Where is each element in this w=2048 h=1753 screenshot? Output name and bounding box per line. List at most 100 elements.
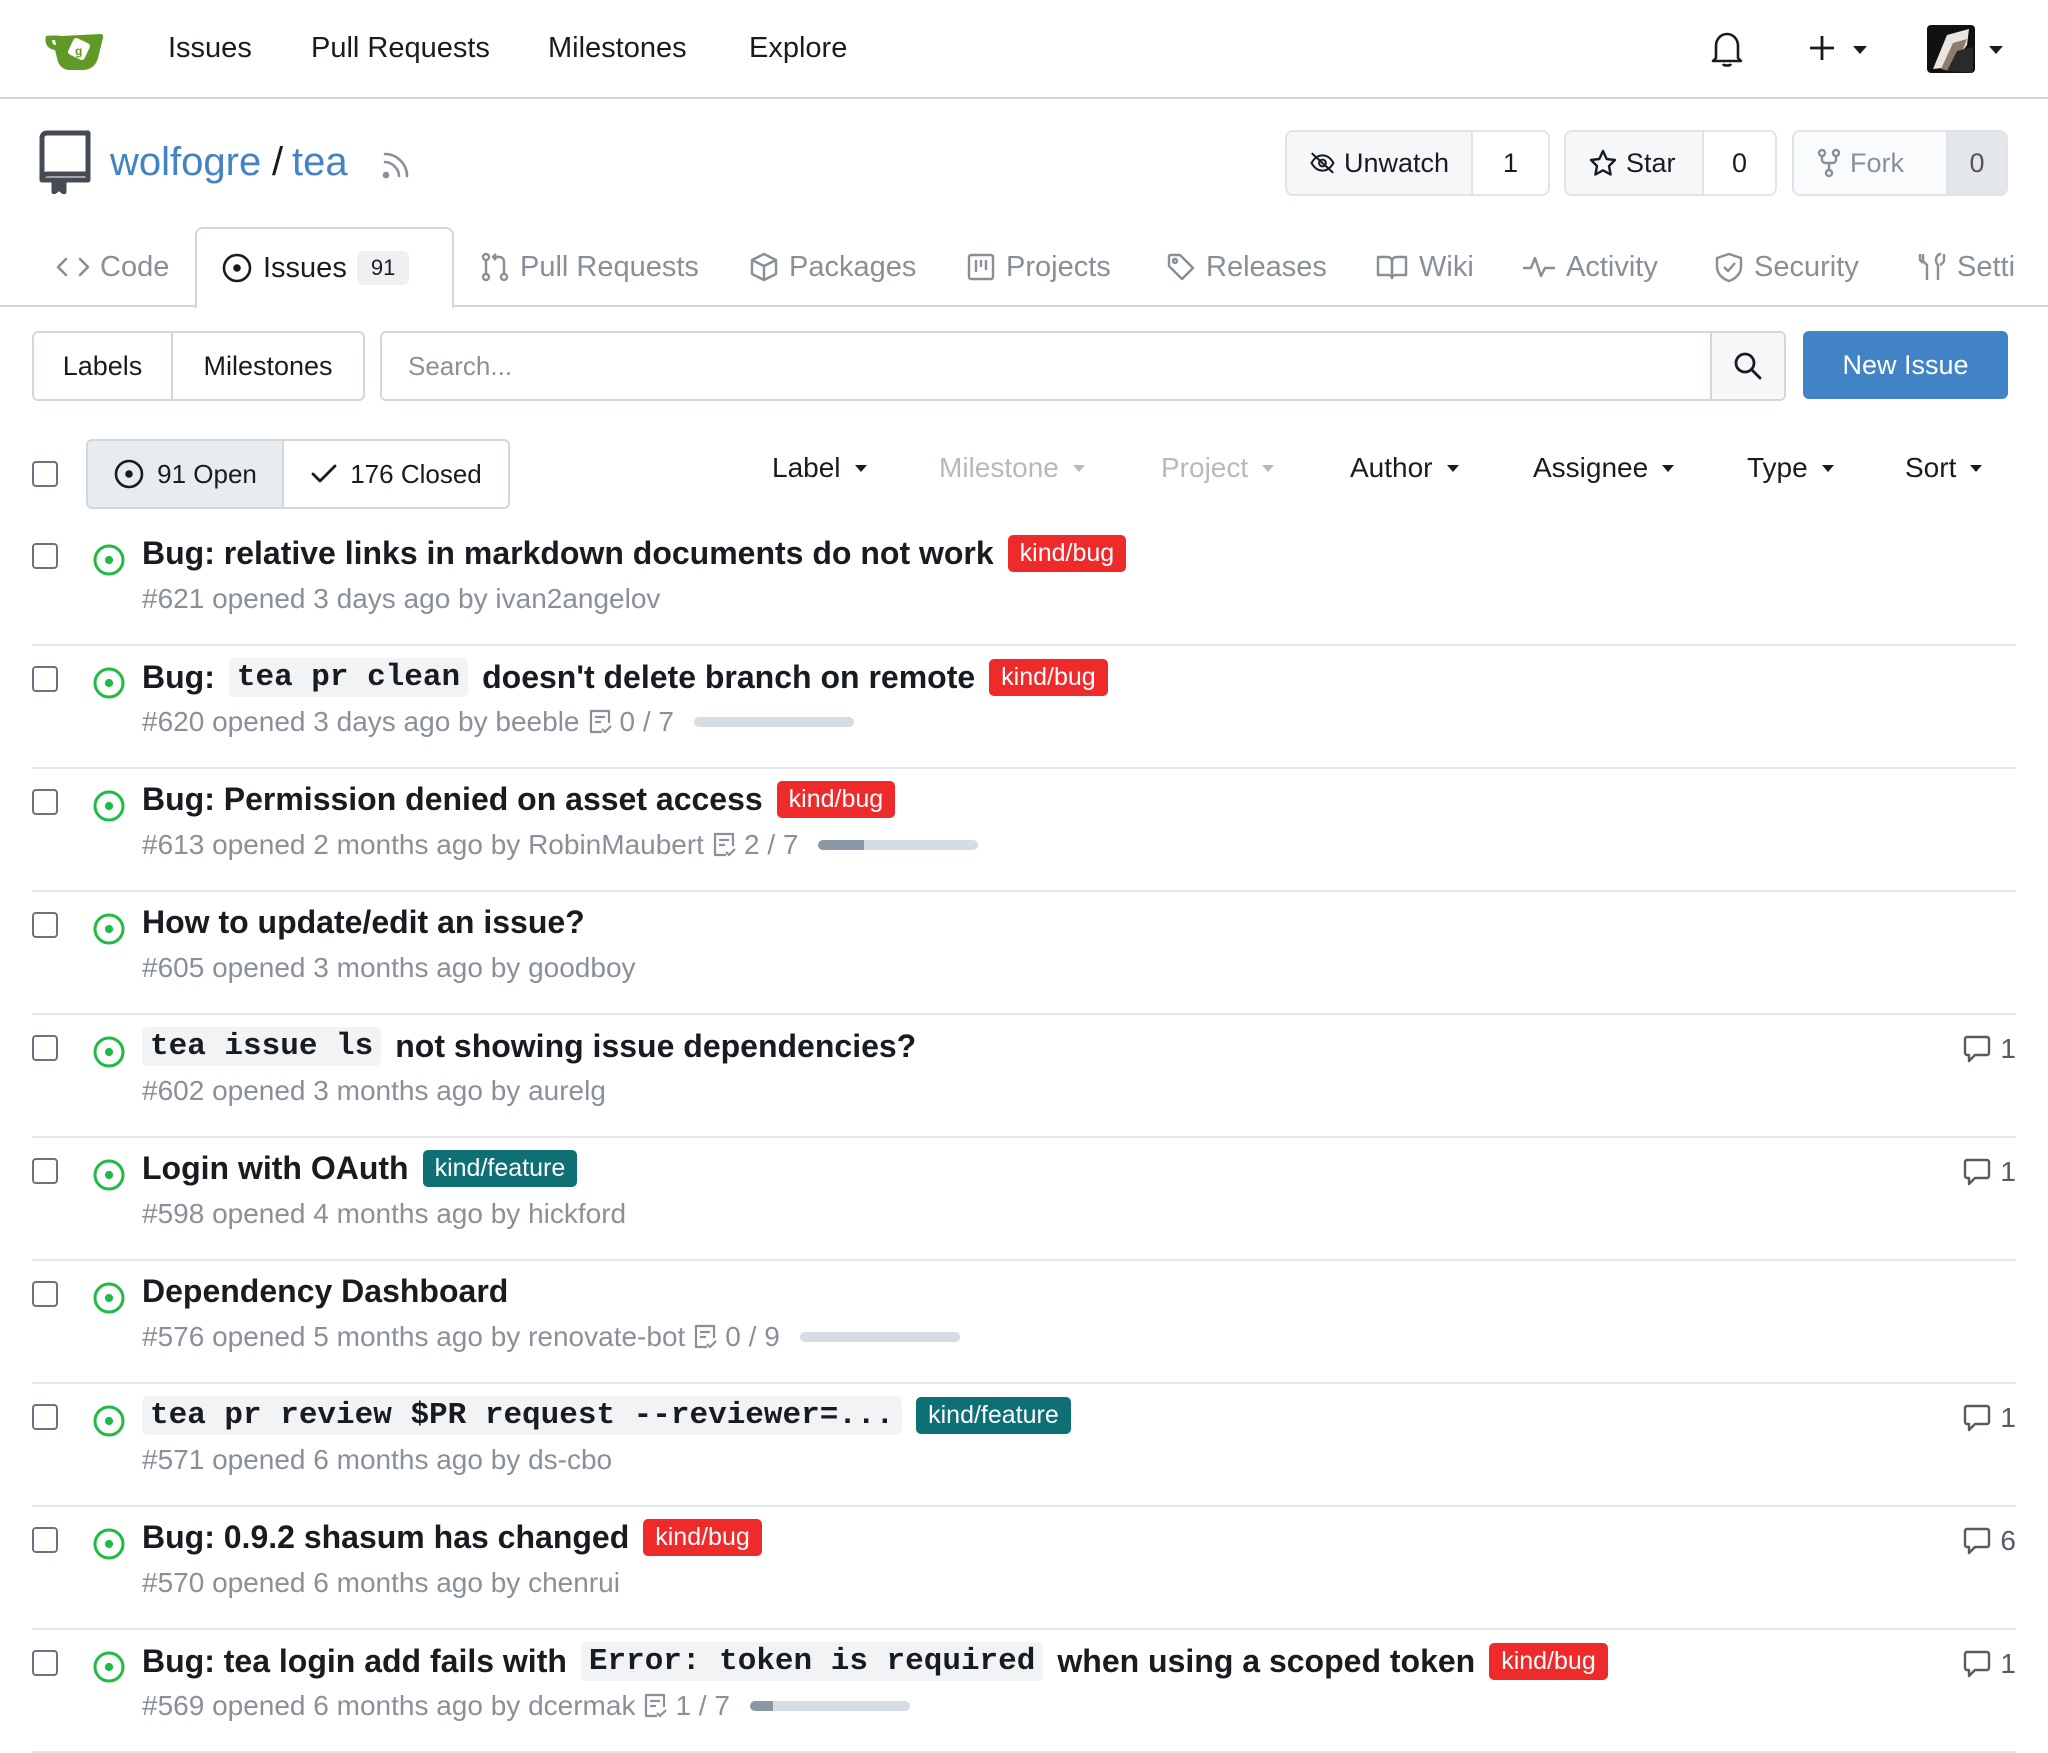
assignee-filter-dropdown[interactable]: Assignee	[1533, 452, 1675, 484]
notifications-bell-icon[interactable]	[1710, 30, 1744, 68]
closed-issues-button[interactable]: 176 Closed	[284, 441, 508, 507]
open-issues-button[interactable]: 91 Open	[88, 441, 284, 507]
project-filter-text: Project	[1161, 452, 1249, 483]
star-button[interactable]: Star	[1566, 132, 1704, 194]
comment-icon	[1962, 1034, 1992, 1064]
issue-checkbox[interactable]	[32, 1650, 58, 1676]
tab-releases[interactable]: Releases	[1166, 247, 1327, 287]
tab-settings[interactable]: Setti	[1917, 247, 2015, 287]
issue-label-bug[interactable]: kind/bug	[1007, 535, 1127, 572]
label-filter-text: Label	[772, 452, 841, 483]
repo-owner-link[interactable]: wolfogre	[110, 140, 261, 185]
issue-open-status-icon	[92, 1650, 126, 1684]
rss-feed-icon[interactable]	[381, 150, 411, 180]
fork-button[interactable]: Fork	[1794, 132, 1948, 194]
issue-title-link[interactable]: Bug: Permission denied on asset access ki…	[142, 781, 896, 818]
tab-code[interactable]: Code	[56, 247, 169, 287]
issue-checkbox[interactable]	[32, 912, 58, 938]
sort-dropdown[interactable]: Sort	[1905, 452, 1983, 484]
issue-title-link[interactable]: tea pr review $PR request --reviewer=...…	[142, 1396, 1071, 1435]
issue-checkbox[interactable]	[32, 1035, 58, 1061]
new-issue-button[interactable]: New Issue	[1803, 331, 2008, 399]
unwatch-button[interactable]: Unwatch	[1287, 132, 1473, 194]
task-progress-bar	[749, 1701, 910, 1711]
issue-open-status-icon	[92, 789, 126, 823]
tab-pull-requests[interactable]: Pull Requests	[480, 247, 699, 287]
tab-issues-label: Issues	[263, 251, 347, 284]
user-avatar[interactable]	[1927, 25, 1975, 73]
milestones-button[interactable]: Milestones	[173, 333, 363, 399]
tab-activity[interactable]: Activity	[1522, 247, 1658, 287]
issue-comments-link[interactable]: 6	[1962, 1525, 2016, 1557]
tools-icon	[1918, 252, 1946, 280]
issue-label-bug[interactable]: kind/bug	[989, 659, 1108, 696]
repo-name-link[interactable]: tea	[292, 140, 348, 185]
issue-title-code: tea issue ls	[142, 1027, 382, 1066]
watchers-count[interactable]: 1	[1473, 132, 1548, 194]
type-filter-dropdown[interactable]: Type	[1747, 452, 1834, 484]
issue-title-link[interactable]: tea issue ls not showing issue dependenci…	[142, 1027, 916, 1066]
search-icon	[1734, 352, 1762, 380]
comment-count: 1	[2000, 1033, 2016, 1064]
nav-issues[interactable]: Issues	[168, 32, 252, 65]
stars-count[interactable]: 0	[1704, 132, 1775, 194]
forks-count[interactable]: 0	[1948, 132, 2006, 194]
issue-comments-link[interactable]: 1	[1962, 1402, 2016, 1434]
closed-issues-label: 176 Closed	[350, 458, 482, 489]
tab-security[interactable]: Security	[1714, 247, 1859, 287]
user-menu-chevron-down-icon[interactable]	[1988, 45, 2004, 55]
create-new-plus-icon[interactable]	[1805, 30, 1839, 66]
author-filter-dropdown[interactable]: Author	[1350, 452, 1459, 484]
watch-button-group: Unwatch 1	[1285, 130, 1550, 196]
issue-checkbox[interactable]	[32, 1404, 58, 1430]
create-chevron-down-icon[interactable]	[1852, 45, 1868, 55]
comment-icon	[1962, 1403, 1992, 1433]
labels-button[interactable]: Labels	[34, 333, 173, 399]
star-icon	[1589, 149, 1617, 176]
issue-title-link[interactable]: Bug: tea pr clean doesn't delete branch on…	[142, 658, 1108, 697]
issue-checkbox[interactable]	[32, 1281, 58, 1307]
nav-explore[interactable]: Explore	[749, 32, 847, 65]
issue-label-feature[interactable]: kind/feature	[422, 1150, 578, 1187]
issue-comments-link[interactable]: 1	[1962, 1033, 2016, 1065]
search-button[interactable]	[1710, 333, 1784, 399]
checklist-icon	[588, 708, 612, 736]
issue-label-bug[interactable]: kind/bug	[776, 781, 896, 818]
tab-projects[interactable]: Projects	[966, 247, 1111, 287]
issue-title-link[interactable]: How to update/edit an issue?	[142, 904, 585, 941]
tab-issues[interactable]: Issues 91	[195, 227, 454, 309]
issue-label-bug[interactable]: kind/bug	[1489, 1643, 1608, 1680]
issue-title-link[interactable]: Dependency Dashboard	[142, 1273, 508, 1310]
issue-title-link[interactable]: Bug: 0.9.2 shasum has changed kind/bug	[142, 1519, 762, 1556]
svg-text:g: g	[75, 44, 82, 58]
issue-comments-link[interactable]: 1	[1962, 1156, 2016, 1188]
issue-search	[380, 331, 1786, 401]
issue-comments-link[interactable]: 1	[1962, 1648, 2016, 1680]
nav-pull-requests[interactable]: Pull Requests	[311, 32, 490, 65]
tab-wiki[interactable]: Wiki	[1375, 247, 1474, 287]
issue-label-feature[interactable]: kind/feature	[916, 1397, 1071, 1434]
task-progress-text: 0 / 9	[725, 1321, 780, 1352]
issue-checkbox[interactable]	[32, 666, 58, 692]
issue-title-link[interactable]: Bug: relative links in markdown document…	[142, 535, 1127, 572]
tab-packages[interactable]: Packages	[749, 247, 916, 287]
tab-code-label: Code	[100, 250, 170, 283]
issue-meta-text: #570 opened 6 months ago by chenrui	[142, 1567, 620, 1598]
issue-checkbox[interactable]	[32, 789, 58, 815]
issue-checkbox[interactable]	[32, 1158, 58, 1184]
label-filter-dropdown[interactable]: Label	[772, 452, 867, 484]
gitea-logo-icon[interactable]: g	[44, 28, 106, 72]
nav-milestones[interactable]: Milestones	[548, 32, 687, 65]
labels-milestones-group: Labels Milestones	[32, 331, 365, 401]
issue-title-link[interactable]: Bug: tea login add fails with Error: toke…	[142, 1642, 1608, 1681]
issue-meta-text: #621 opened 3 days ago by ivan2angelov	[142, 583, 661, 614]
search-input[interactable]	[382, 333, 1710, 399]
code-icon	[56, 257, 90, 277]
select-all-checkbox[interactable]	[32, 461, 58, 487]
issue-title-link[interactable]: Login with OAuth kind/feature	[142, 1150, 578, 1187]
repo-path-separator: /	[272, 140, 284, 184]
issue-label-bug[interactable]: kind/bug	[643, 1519, 762, 1556]
issue-checkbox[interactable]	[32, 543, 58, 569]
issue-checkbox[interactable]	[32, 1527, 58, 1553]
tab-wiki-label: Wiki	[1419, 250, 1474, 283]
